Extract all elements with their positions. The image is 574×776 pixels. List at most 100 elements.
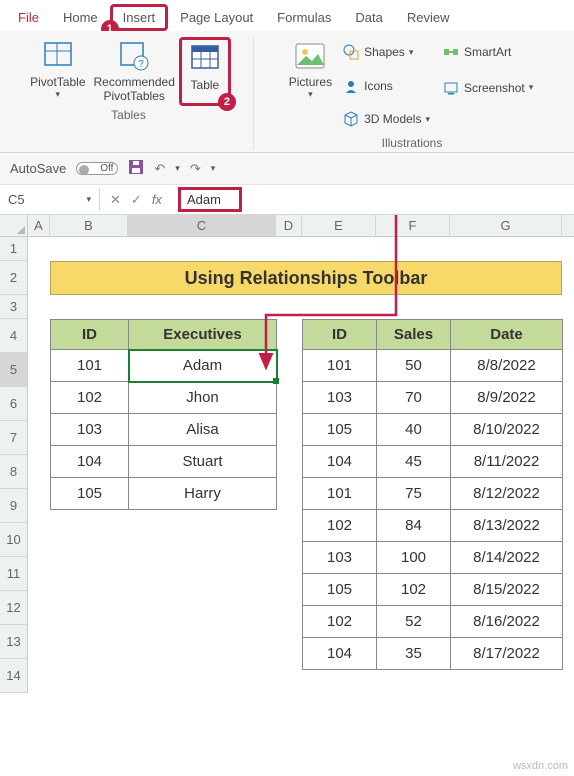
column-header-A[interactable]: A: [28, 215, 50, 236]
recommended-pivottables-button[interactable]: ? Recommended PivotTables: [90, 37, 179, 106]
row-header-9[interactable]: 9: [0, 489, 28, 523]
cell[interactable]: 8/8/2022: [451, 350, 563, 382]
icons-button[interactable]: Icons: [342, 75, 430, 97]
menu-insert[interactable]: Insert: [123, 8, 156, 27]
cell[interactable]: Stuart: [129, 446, 277, 478]
cell[interactable]: 8/9/2022: [451, 382, 563, 414]
row-header-3[interactable]: 3: [0, 295, 28, 319]
row-header-6[interactable]: 6: [0, 387, 28, 421]
row-header-12[interactable]: 12: [0, 591, 28, 625]
pivottable-button[interactable]: PivotTable ▾: [26, 37, 89, 106]
row-header-7[interactable]: 7: [0, 421, 28, 455]
row-header-11[interactable]: 11: [0, 557, 28, 591]
recommended-pivottables-label: Recommended PivotTables: [94, 75, 175, 104]
icons-icon: [342, 77, 360, 95]
cell[interactable]: 8/10/2022: [451, 414, 563, 446]
cell[interactable]: 45: [377, 446, 451, 478]
cell[interactable]: 100: [377, 542, 451, 574]
smartart-button[interactable]: SmartArt: [442, 41, 533, 63]
3d-models-button[interactable]: 3D Models ▾: [342, 108, 430, 130]
screenshot-button[interactable]: Screenshot ▾: [442, 77, 533, 99]
cell[interactable]: 104: [303, 638, 377, 670]
menu-review[interactable]: Review: [395, 6, 462, 29]
cell[interactable]: 103: [51, 414, 129, 446]
table-button[interactable]: Table: [191, 78, 220, 92]
cell[interactable]: 102: [303, 606, 377, 638]
column-header-D[interactable]: D: [276, 215, 302, 236]
table-row: 104458/11/2022: [303, 446, 563, 478]
cell[interactable]: 102: [303, 510, 377, 542]
cell[interactable]: 8/11/2022: [451, 446, 563, 478]
cell[interactable]: 75: [377, 478, 451, 510]
cell[interactable]: 8/14/2022: [451, 542, 563, 574]
cell[interactable]: Harry: [129, 478, 277, 510]
column-header-C[interactable]: C: [128, 215, 276, 236]
menu-bar: File Home 1 Insert Page Layout Formulas …: [0, 0, 574, 31]
undo-button[interactable]: ↶: [154, 161, 165, 177]
cell[interactable]: Adam: [129, 350, 277, 382]
menu-formulas[interactable]: Formulas: [265, 6, 343, 29]
cell[interactable]: 8/12/2022: [451, 478, 563, 510]
autosave-toggle[interactable]: Off: [76, 162, 118, 175]
cell[interactable]: 35: [377, 638, 451, 670]
cell[interactable]: 105: [51, 478, 129, 510]
table-row: 103708/9/2022: [303, 382, 563, 414]
cell[interactable]: Alisa: [129, 414, 277, 446]
name-box[interactable]: C5 ▾: [0, 188, 100, 211]
cell[interactable]: 8/13/2022: [451, 510, 563, 542]
cell[interactable]: 70: [377, 382, 451, 414]
row-header-2[interactable]: 2: [0, 261, 28, 295]
cell[interactable]: 84: [377, 510, 451, 542]
enter-formula-icon[interactable]: ✓: [131, 192, 142, 208]
icons-label: Icons: [364, 79, 393, 93]
column-header-E[interactable]: E: [302, 215, 376, 236]
select-all-corner[interactable]: [0, 215, 28, 237]
cancel-formula-icon[interactable]: ✕: [110, 192, 121, 208]
cell[interactable]: 8/15/2022: [451, 574, 563, 606]
fx-icon[interactable]: fx: [152, 192, 162, 207]
undo-dropdown[interactable]: ▾: [175, 163, 180, 174]
row-header-1[interactable]: 1: [0, 237, 28, 261]
column-header-F[interactable]: F: [376, 215, 450, 236]
table-row: 101508/8/2022: [303, 350, 563, 382]
cell[interactable]: 103: [303, 382, 377, 414]
cell[interactable]: 104: [51, 446, 129, 478]
row-header-4[interactable]: 4: [0, 319, 28, 353]
cell[interactable]: 102: [51, 382, 129, 414]
shapes-label: Shapes: [364, 45, 405, 59]
cell[interactable]: 104: [303, 446, 377, 478]
cell[interactable]: 101: [303, 478, 377, 510]
autosave-label: AutoSave: [10, 161, 66, 176]
table-icon: [188, 42, 222, 76]
menu-file[interactable]: File: [6, 6, 51, 29]
row-header-14[interactable]: 14: [0, 659, 28, 693]
cell[interactable]: 52: [377, 606, 451, 638]
redo-dropdown[interactable]: ▾: [211, 163, 216, 174]
cell[interactable]: 8/16/2022: [451, 606, 563, 638]
cell[interactable]: 105: [303, 574, 377, 606]
cell[interactable]: 101: [303, 350, 377, 382]
menu-insert-highlight: 1 Insert: [110, 4, 169, 31]
row-header-5[interactable]: 5: [0, 353, 28, 387]
cell[interactable]: 8/17/2022: [451, 638, 563, 670]
shapes-button[interactable]: Shapes ▾: [342, 41, 430, 63]
row-header-13[interactable]: 13: [0, 625, 28, 659]
cell[interactable]: 40: [377, 414, 451, 446]
row-header-8[interactable]: 8: [0, 455, 28, 489]
menu-data[interactable]: Data: [343, 6, 394, 29]
cell[interactable]: 102: [377, 574, 451, 606]
formula-value[interactable]: Adam: [187, 192, 221, 207]
pictures-icon: [293, 39, 327, 73]
cell[interactable]: 50: [377, 350, 451, 382]
cell[interactable]: 103: [303, 542, 377, 574]
row-header-10[interactable]: 10: [0, 523, 28, 557]
redo-button[interactable]: ↷: [190, 161, 201, 177]
pictures-button[interactable]: Pictures ▾: [285, 37, 336, 134]
cell[interactable]: 105: [303, 414, 377, 446]
menu-page-layout[interactable]: Page Layout: [168, 6, 265, 29]
column-header-G[interactable]: G: [450, 215, 562, 236]
column-header-B[interactable]: B: [50, 215, 128, 236]
cell[interactable]: Jhon: [129, 382, 277, 414]
save-button[interactable]: [128, 159, 144, 178]
cell[interactable]: 101: [51, 350, 129, 382]
